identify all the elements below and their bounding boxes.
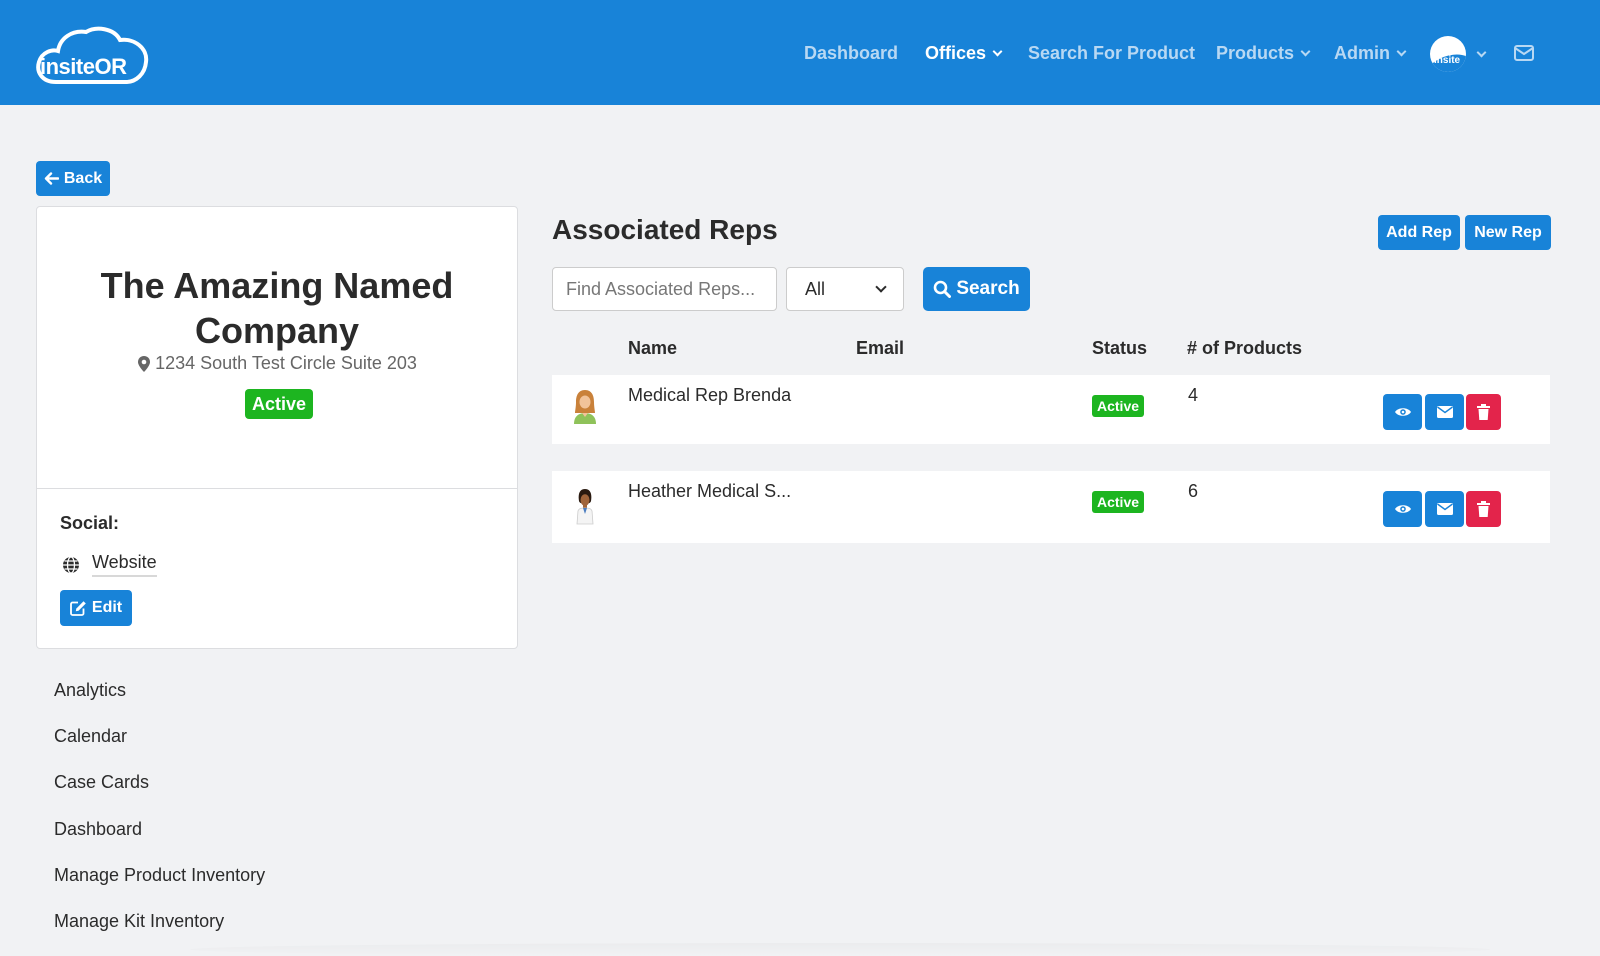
back-button[interactable]: Back bbox=[36, 161, 110, 196]
status-filter-select[interactable]: All bbox=[786, 267, 904, 311]
table-row[interactable]: Heather Medical S... Active 6 bbox=[552, 471, 1550, 543]
status-badge: Active bbox=[1092, 395, 1145, 417]
nav-products-label: Products bbox=[1216, 43, 1295, 63]
column-header-products[interactable]: # of Products bbox=[1187, 338, 1302, 359]
office-address-text: 1234 South Test Circle Suite 203 bbox=[155, 353, 417, 373]
section-title: Associated Reps bbox=[552, 214, 778, 245]
column-header-status[interactable]: Status bbox=[1092, 338, 1147, 359]
side-item-manage-kit-inventory[interactable]: Manage Kit Inventory bbox=[54, 911, 224, 932]
email-button[interactable] bbox=[1425, 491, 1464, 527]
company-name: The Amazing Named Company bbox=[100, 265, 454, 351]
scroll-shadow bbox=[190, 943, 1490, 956]
nav-search-for-product[interactable]: Search For Product bbox=[1028, 43, 1195, 64]
female-rep-avatar-icon bbox=[576, 489, 594, 525]
table-row[interactable]: Medical Rep Brenda Active 4 bbox=[552, 375, 1550, 444]
map-marker-icon bbox=[138, 355, 151, 372]
view-button[interactable] bbox=[1383, 491, 1422, 527]
chevron-down-icon bbox=[992, 46, 1003, 57]
column-header-name[interactable]: Name bbox=[628, 338, 677, 359]
search-button[interactable]: Search bbox=[923, 267, 1030, 311]
search-icon bbox=[934, 280, 952, 298]
edit-button[interactable]: Edit bbox=[60, 590, 132, 626]
nav-search-for-product-label: Search For Product bbox=[1028, 43, 1196, 63]
card-divider bbox=[37, 488, 517, 489]
side-item-manage-product-inventory[interactable]: Manage Product Inventory bbox=[54, 865, 265, 886]
chevron-down-icon bbox=[875, 281, 887, 293]
envelope-icon bbox=[1436, 503, 1453, 515]
envelope-icon[interactable] bbox=[1514, 45, 1534, 61]
delete-button[interactable] bbox=[1466, 394, 1501, 430]
nav-dashboard-label: Dashboard bbox=[804, 43, 899, 63]
chevron-down-icon bbox=[1396, 46, 1407, 57]
view-button[interactable] bbox=[1383, 394, 1422, 430]
top-navbar: insiteOR Dashboard Offices Search For Pr… bbox=[0, 0, 1600, 105]
product-count: 6 bbox=[1188, 481, 1199, 501]
add-rep-button[interactable]: Add Rep bbox=[1378, 215, 1460, 250]
status-badge: Active bbox=[245, 389, 314, 419]
nav-admin[interactable]: Admin bbox=[1334, 43, 1407, 64]
trash-icon bbox=[1477, 404, 1490, 420]
envelope-icon bbox=[1436, 406, 1453, 418]
eye-icon bbox=[1394, 408, 1411, 416]
status-filter-value: All bbox=[805, 278, 826, 299]
delete-button[interactable] bbox=[1466, 491, 1501, 527]
side-item-case-cards[interactable]: Case Cards bbox=[54, 772, 149, 793]
side-item-calendar[interactable]: Calendar bbox=[54, 726, 127, 747]
search-label: Search bbox=[956, 278, 1020, 299]
female-rep-avatar-icon bbox=[574, 390, 596, 424]
back-label: Back bbox=[63, 169, 103, 187]
office-card: The Amazing Named Company 1234 South Tes… bbox=[36, 206, 518, 649]
nav-offices[interactable]: Offices bbox=[925, 43, 1003, 64]
nav-dashboard[interactable]: Dashboard bbox=[804, 43, 898, 64]
chevron-down-icon bbox=[1300, 46, 1311, 57]
nav-products[interactable]: Products bbox=[1216, 43, 1311, 64]
new-rep-button[interactable]: New Rep bbox=[1465, 215, 1551, 250]
website-row: Website bbox=[62, 552, 157, 577]
rep-name[interactable]: Medical Rep Brenda bbox=[628, 385, 791, 406]
nav-offices-label: Offices bbox=[925, 43, 987, 63]
edit-label: Edit bbox=[91, 599, 123, 616]
trash-icon bbox=[1477, 501, 1490, 517]
eye-icon bbox=[1394, 505, 1411, 513]
avatar-text: insite bbox=[1434, 55, 1461, 66]
search-input[interactable] bbox=[552, 267, 777, 311]
arrow-left-icon bbox=[44, 172, 59, 185]
side-item-analytics[interactable]: Analytics bbox=[54, 680, 126, 701]
edit-icon bbox=[69, 601, 86, 616]
insiteor-logo[interactable]: insiteOR bbox=[34, 24, 152, 86]
website-link[interactable]: Website bbox=[92, 552, 157, 577]
logo-text: insiteOR bbox=[40, 54, 127, 79]
globe-icon bbox=[63, 555, 79, 574]
chevron-down-icon bbox=[1476, 47, 1487, 57]
column-header-email[interactable]: Email bbox=[856, 338, 904, 359]
nav-admin-label: Admin bbox=[1334, 43, 1390, 63]
rep-name[interactable]: Heather Medical S... bbox=[628, 481, 791, 502]
social-label: Social: bbox=[60, 513, 120, 533]
side-item-dashboard[interactable]: Dashboard bbox=[54, 819, 142, 840]
email-button[interactable] bbox=[1425, 394, 1464, 430]
office-address: 1234 South Test Circle Suite 203 bbox=[37, 353, 517, 374]
user-menu[interactable]: insite bbox=[1430, 35, 1490, 73]
avatar: insite bbox=[1430, 36, 1466, 72]
product-count: 4 bbox=[1188, 385, 1199, 405]
status-badge: Active bbox=[1092, 491, 1145, 513]
